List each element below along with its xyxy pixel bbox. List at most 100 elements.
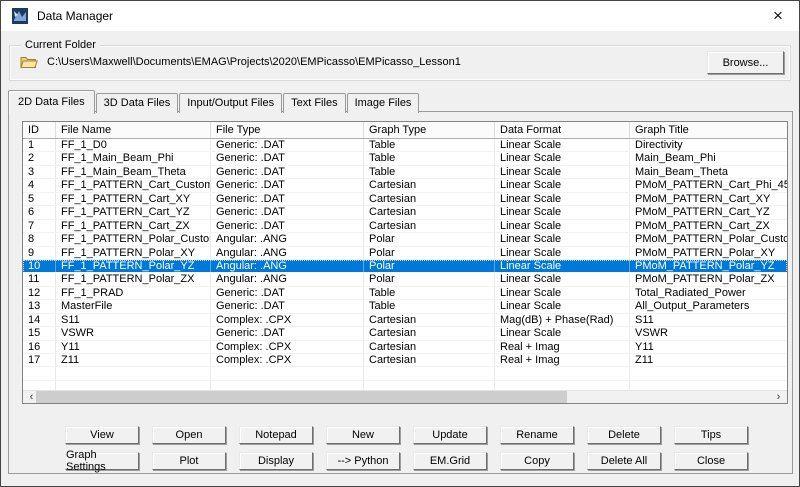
table-row[interactable]: 3FF_1_Main_Beam_ThetaGeneric: .DATTableL… [23,166,787,179]
cell-id: 9 [23,247,56,259]
app-icon [12,8,28,24]
table-row[interactable]: 1FF_1_D0Generic: .DATTableLinear ScaleDi… [23,139,787,152]
tab-input-output-files[interactable]: Input/Output Files [179,93,282,113]
table-row-empty [23,381,787,390]
table-row[interactable]: 5FF_1_PATTERN_Cart_XYGeneric: .DATCartes… [23,193,787,206]
open-button[interactable]: Open [152,426,226,444]
tab-page-2d-data-files: IDFile NameFile TypeGraph TypeData Forma… [8,111,793,474]
cell-file-name: MasterFile [56,300,211,312]
table-row[interactable]: 16Y11Complex: .CPXCartesianReal + ImagY1… [23,341,787,354]
data-manager-dialog: Data Manager × Current Folder C:\Users\M… [0,0,800,487]
table-row[interactable]: 6FF_1_PATTERN_Cart_YZGeneric: .DATCartes… [23,206,787,219]
cell-data-format: Linear Scale [495,179,630,191]
scrollbar-thumb[interactable] [36,391,567,403]
notepad-button[interactable]: Notepad [239,426,313,444]
cell-file-name: FF_1_PATTERN_Polar_XY [56,247,211,259]
view-button[interactable]: View [65,426,139,444]
cell-data-format: Real + Imag [495,354,630,366]
cell-file-type [211,367,364,379]
em-grid-button[interactable]: EM.Grid [413,452,487,470]
file-table: IDFile NameFile TypeGraph TypeData Forma… [22,121,788,404]
folder-path-row: C:\Users\Maxwell\Documents\EMAG\Projects… [20,55,461,69]
table-row[interactable]: 15VSWRGeneric: .DATCartesianLinear Scale… [23,327,787,340]
cell-graph-title: PMoM_PATTERN_Cart_YZ [630,206,787,218]
table-row[interactable]: 12FF_1_PRADGeneric: .DATTableLinear Scal… [23,287,787,300]
cell-file-name: FF_1_D0 [56,139,211,151]
cell-graph-title: Z11 [630,354,787,366]
cell-data-format: Linear Scale [495,247,630,259]
column-header-data-format[interactable]: Data Format [495,122,630,138]
tips-button[interactable]: Tips [674,426,748,444]
table-row[interactable]: 10FF_1_PATTERN_Polar_YZAngular: .ANGPola… [23,260,787,273]
cell-file-name: FF_1_Main_Beam_Theta [56,166,211,178]
plot-button[interactable]: Plot [152,452,226,470]
cell-file-name: FF_1_PATTERN_Polar_Custom [56,233,211,245]
cell-id: 16 [23,341,56,353]
cell-file-type: Generic: .DAT [211,166,364,178]
cell-graph-type: Table [364,166,495,178]
cell-graph-type: Table [364,152,495,164]
cell-file-type: Generic: .DAT [211,287,364,299]
table-row[interactable]: 9FF_1_PATTERN_Polar_XYAngular: .ANGPolar… [23,247,787,260]
horizontal-scrollbar[interactable]: ‹ › [23,390,787,403]
cell-graph-title [630,367,787,379]
table-row[interactable]: 2FF_1_Main_Beam_PhiGeneric: .DATTableLin… [23,152,787,165]
cell-graph-title: VSWR [630,327,787,339]
table-row[interactable]: 11FF_1_PATTERN_Polar_ZXAngular: .ANGPola… [23,273,787,286]
current-folder-label: Current Folder [21,39,100,51]
column-header-id[interactable]: ID [23,122,56,138]
graph-settings-button[interactable]: Graph Settings [65,452,139,470]
update-button[interactable]: Update [413,426,487,444]
cell-file-name [56,381,211,390]
browse-button[interactable]: Browse... [707,51,784,74]
delete-all-button[interactable]: Delete All [587,452,661,470]
tab-2d-data-files[interactable]: 2D Data Files [8,90,95,114]
tab-text-files[interactable]: Text Files [283,93,345,113]
close-button[interactable]: Close [674,452,748,470]
cell-file-name: FF_1_PATTERN_Polar_YZ [56,260,211,272]
tab-3d-data-files[interactable]: 3D Data Files [96,93,179,113]
table-row[interactable]: 7FF_1_PATTERN_Cart_ZXGeneric: .DATCartes… [23,220,787,233]
cell-graph-title: Total_Radiated_Power [630,287,787,299]
cell-graph-title: PMoM_PATTERN_Cart_ZX [630,220,787,232]
cell-file-type: Generic: .DAT [211,139,364,151]
cell-data-format: Linear Scale [495,166,630,178]
table-row[interactable]: 8FF_1_PATTERN_Polar_CustomAngular: .ANGP… [23,233,787,246]
tab-image-files[interactable]: Image Files [347,93,420,113]
cell-id: 14 [23,314,56,326]
cell-graph-type: Table [364,300,495,312]
rename-button[interactable]: Rename [500,426,574,444]
cell-file-type: Generic: .DAT [211,179,364,191]
table-row[interactable]: 14S11Complex: .CPXCartesianMag(dB) + Pha… [23,314,787,327]
python-button[interactable]: --> Python [326,452,400,470]
cell-file-name: FF_1_Main_Beam_Phi [56,152,211,164]
column-header-file-name[interactable]: File Name [56,122,211,138]
table-row[interactable]: 17Z11Complex: .CPXCartesianReal + ImagZ1… [23,354,787,367]
cell-file-type: Complex: .CPX [211,341,364,353]
cell-data-format: Linear Scale [495,233,630,245]
cell-id: 12 [23,287,56,299]
cell-data-format: Linear Scale [495,327,630,339]
cell-graph-title: Directivity [630,139,787,151]
column-header-graph-type[interactable]: Graph Type [364,122,495,138]
title-bar[interactable]: Data Manager × [1,1,799,31]
table-header-row: IDFile NameFile TypeGraph TypeData Forma… [23,122,787,139]
table-row[interactable]: 4FF_1_PATTERN_Cart_CustomGeneric: .DATCa… [23,179,787,192]
display-button[interactable]: Display [239,452,313,470]
cell-file-name: VSWR [56,327,211,339]
column-header-graph-title[interactable]: Graph Title [630,122,787,138]
cell-file-type: Generic: .DAT [211,300,364,312]
action-button-grid: View Open Notepad New Update Rename Delete Tips… [65,426,748,478]
cell-file-type: Generic: .DAT [211,327,364,339]
current-folder-groupbox: Current Folder C:\Users\Maxwell\Document… [9,45,791,81]
column-header-file-type[interactable]: File Type [211,122,364,138]
cell-file-name [56,367,211,379]
new-button[interactable]: New [326,426,400,444]
scroll-right-icon[interactable]: › [772,391,785,403]
delete-button[interactable]: Delete [587,426,661,444]
cell-file-type: Complex: .CPX [211,354,364,366]
button-row-1: View Open Notepad New Update Rename Delete Tips [65,426,748,444]
copy-button[interactable]: Copy [500,452,574,470]
table-row[interactable]: 13MasterFileGeneric: .DATTableLinear Sca… [23,300,787,313]
close-icon[interactable]: × [765,4,791,28]
